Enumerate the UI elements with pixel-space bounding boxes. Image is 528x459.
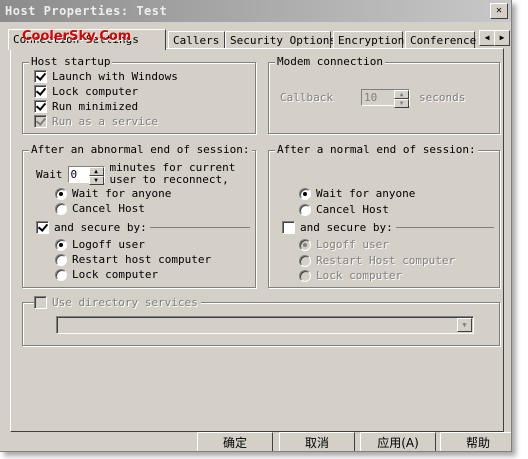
wait-label: Wait (36, 167, 63, 181)
normal-restart-host-radio (299, 254, 311, 267)
watermark-logo: CoolerSky.Com (22, 29, 132, 44)
normal-lock-computer-label: Lock computer (316, 269, 403, 282)
tab-scroll-left-icon[interactable]: ◀ (479, 30, 495, 46)
apply-button[interactable]: 应用(A) (360, 432, 436, 451)
normal-cancel-host-option[interactable]: Cancel Host (299, 203, 389, 216)
abnormal-secure-option[interactable]: and secure by: (36, 221, 150, 234)
directory-services-combo: ▼ (56, 316, 474, 334)
normal-logoff-user-label: Logoff user (316, 238, 389, 251)
launch-with-windows-option[interactable]: Launch with Windows (34, 70, 178, 83)
help-button[interactable]: 帮助 (440, 432, 511, 451)
abnormal-cancel-host-label: Cancel Host (72, 202, 145, 215)
spin-up-icon: ▲ (394, 90, 409, 99)
spin-up-icon[interactable]: ▲ (88, 166, 104, 176)
normal-secure-label: and secure by: (300, 221, 393, 234)
normal-wait-for-anyone-option[interactable]: Wait for anyone (299, 187, 415, 200)
abnormal-lock-computer-radio[interactable] (55, 268, 67, 281)
run-minimized-checkbox[interactable] (34, 100, 47, 113)
wait-minutes-value[interactable]: 0 (69, 167, 89, 182)
normal-secure-option[interactable]: and secure by: (282, 221, 396, 234)
tab-callers[interactable]: Callers (168, 31, 225, 49)
modem-connection-legend: Modem connection (277, 55, 383, 68)
abnormal-lock-computer-label: Lock computer (72, 268, 159, 281)
abnormal-restart-host-radio[interactable] (55, 253, 67, 266)
host-startup-legend: Host startup (31, 55, 111, 68)
tab-security-options[interactable]: Security Options (225, 31, 336, 49)
normal-logoff-user-radio (299, 238, 311, 251)
lock-computer-label: Lock computer (52, 85, 139, 98)
abnormal-restart-host-option[interactable]: Restart host computer (55, 253, 211, 266)
launch-with-windows-label: Launch with Windows (52, 70, 178, 83)
directory-services-checkbox (34, 296, 47, 309)
normal-restart-host-option: Restart Host computer (299, 254, 455, 267)
normal-restart-host-label: Restart Host computer (316, 254, 456, 267)
normal-lock-computer-option: Lock computer (299, 269, 402, 282)
abnormal-wait-for-anyone-option[interactable]: Wait for anyone (55, 187, 171, 200)
abnormal-cancel-host-radio[interactable] (55, 202, 67, 215)
tab-scroll-right-icon[interactable]: ▶ (494, 30, 510, 46)
lock-computer-option[interactable]: Lock computer (34, 85, 138, 98)
wait-spin-arrows[interactable]: ▲ ▼ (88, 166, 104, 185)
run-as-service-label: Run as a service (52, 115, 158, 128)
callback-spin-arrows: ▲ ▼ (394, 90, 409, 108)
normal-lock-computer-radio (299, 269, 311, 282)
abnormal-logoff-user-label: Logoff user (72, 238, 145, 251)
directory-services-option: Use directory services (34, 296, 201, 309)
close-icon[interactable]: ✕ (490, 3, 508, 19)
tab-encryption[interactable]: Encryption (333, 31, 404, 49)
callback-label: Callback (280, 91, 333, 104)
abnormal-secure-label: and secure by: (54, 221, 147, 234)
lock-computer-checkbox[interactable] (34, 85, 47, 98)
directory-services-label: Use directory services (52, 296, 198, 309)
run-as-service-checkbox (34, 115, 47, 128)
abnormal-restart-host-label: Restart host computer (72, 253, 212, 266)
abnormal-cancel-host-option[interactable]: Cancel Host (55, 202, 145, 215)
chevron-down-icon: ▼ (457, 318, 472, 332)
wait-minutes-row: Wait 0 ▲ ▼ minutes for current user to re… (36, 162, 235, 186)
callback-row: Callback 10 ▲ ▼ seconds (280, 89, 466, 108)
abnormal-logoff-user-option[interactable]: Logoff user (55, 238, 145, 251)
spin-down-icon[interactable]: ▼ (88, 175, 104, 185)
ok-button[interactable]: 确定 (197, 432, 273, 451)
abnormal-secure-checkbox[interactable] (36, 221, 49, 234)
normal-wait-for-anyone-label: Wait for anyone (316, 187, 416, 200)
normal-secure-checkbox[interactable] (282, 221, 295, 234)
wait-minutes-spinner[interactable]: 0 ▲ ▼ (67, 165, 105, 185)
abnormal-logoff-user-radio[interactable] (55, 238, 67, 251)
minutes-text: minutes for current user to reconnect, (110, 162, 236, 186)
cancel-button[interactable]: 取消 (279, 432, 355, 451)
callback-value: 10 (364, 91, 378, 104)
run-minimized-option[interactable]: Run minimized (34, 100, 138, 113)
normal-wait-for-anyone-radio[interactable] (299, 187, 311, 200)
title-bar: Host Properties: Test ✕ (0, 0, 511, 22)
abnormal-wait-for-anyone-radio[interactable] (55, 187, 67, 200)
run-minimized-label: Run minimized (52, 100, 139, 113)
abnormal-end-legend: After an abnormal end of session: (31, 143, 250, 156)
abnormal-lock-computer-option[interactable]: Lock computer (55, 268, 158, 281)
minutes-text-line2: user to reconnect, (109, 173, 229, 186)
normal-cancel-host-radio[interactable] (299, 203, 311, 216)
host-properties-dialog: Host Properties: Test ✕ Connection Setti… (0, 0, 512, 452)
run-as-service-option: Run as a service (34, 115, 158, 128)
spin-down-icon: ▼ (394, 99, 409, 108)
window-title: Host Properties: Test (5, 4, 168, 18)
normal-end-legend: After a normal end of session: (277, 143, 476, 156)
normal-logoff-user-option: Logoff user (299, 238, 389, 251)
callback-spinner: 10 ▲ ▼ (361, 89, 410, 108)
seconds-label: seconds (419, 91, 466, 104)
normal-cancel-host-label: Cancel Host (316, 203, 389, 216)
launch-with-windows-checkbox[interactable] (34, 70, 47, 83)
tab-conference[interactable]: Conference (405, 31, 476, 49)
abnormal-wait-for-anyone-label: Wait for anyone (72, 187, 172, 200)
